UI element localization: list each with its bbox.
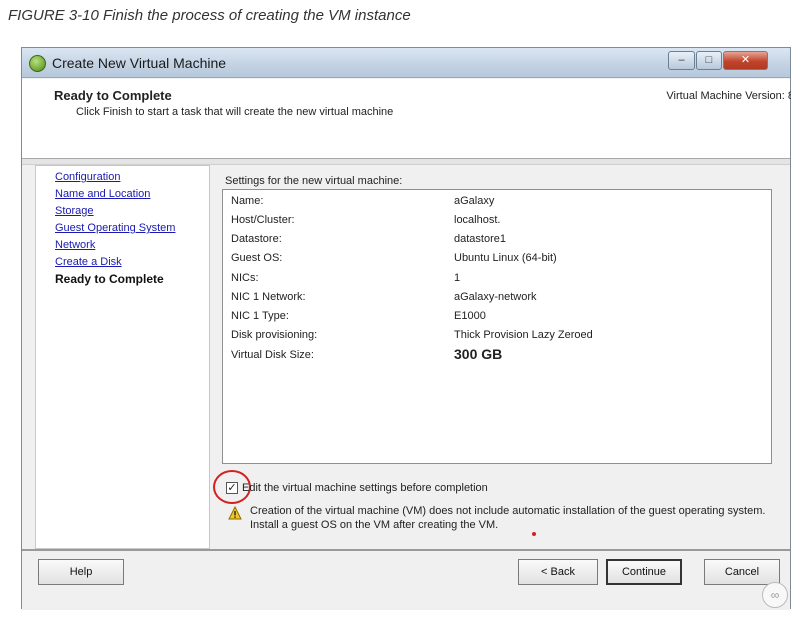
- nav-item-network[interactable]: Network: [55, 239, 95, 251]
- help-button[interactable]: Help: [38, 559, 124, 585]
- resize-grip-icon[interactable]: ∞: [762, 582, 788, 608]
- annotation-dot: [532, 532, 536, 536]
- wizard-window: Create New Virtual Machine – □ ✕ Ready t…: [21, 47, 791, 610]
- guest-os-warning-text: Creation of the virtual machine (VM) doe…: [250, 505, 766, 531]
- settings-row-value: datastore1: [454, 233, 506, 245]
- settings-row-value: aGalaxy-network: [454, 291, 537, 303]
- page-title: Ready to Complete: [54, 88, 172, 103]
- continue-button[interactable]: Continue: [606, 559, 682, 585]
- settings-row-label: Datastore:: [231, 233, 282, 245]
- settings-row-label: Host/Cluster:: [231, 214, 295, 226]
- window-title: Create New Virtual Machine: [52, 55, 227, 71]
- nav-item-storage[interactable]: Storage: [55, 205, 94, 217]
- close-button[interactable]: ✕: [723, 51, 768, 70]
- wizard-header: Ready to Complete Click Finish to start …: [22, 79, 791, 159]
- vm-version-label: Virtual Machine Version: 8: [666, 90, 791, 102]
- settings-row-value: aGalaxy: [454, 195, 495, 207]
- cancel-button[interactable]: Cancel: [704, 559, 780, 585]
- settings-row-value: localhost.: [454, 214, 501, 226]
- nav-item-configuration[interactable]: Configuration: [55, 171, 120, 183]
- edit-settings-checkbox-label[interactable]: Edit the virtual machine settings before…: [242, 482, 488, 494]
- vsphere-app-icon: [29, 55, 46, 72]
- settings-row-label: Virtual Disk Size:: [231, 349, 314, 361]
- nav-item-name-and-location[interactable]: Name and Location: [55, 188, 150, 200]
- nav-item-guest-os[interactable]: Guest Operating System: [55, 222, 175, 234]
- settings-row-label: Disk provisioning:: [231, 329, 318, 341]
- settings-row-value: 1: [454, 272, 461, 284]
- settings-row-label: NICs:: [231, 272, 259, 284]
- settings-row-label: Name:: [231, 195, 264, 207]
- nav-item-ready-to-complete: Ready to Complete: [55, 272, 164, 286]
- settings-summary-panel: Name: aGalaxy Host/Cluster: localhost. D…: [222, 189, 772, 464]
- page-margin: [0, 47, 21, 609]
- title-bar[interactable]: Create New Virtual Machine – □ ✕: [22, 48, 790, 78]
- settings-row-label: NIC 1 Network:: [231, 291, 306, 303]
- settings-heading: Settings for the new virtual machine:: [225, 175, 403, 187]
- wizard-footer: Help < Back Continue Cancel ∞: [22, 549, 790, 610]
- settings-row-label: NIC 1 Type:: [231, 310, 289, 322]
- page-subtitle: Click Finish to start a task that will c…: [76, 106, 394, 118]
- settings-row-value: E1000: [454, 310, 486, 322]
- settings-row-value: Ubuntu Linux (64-bit): [454, 252, 557, 264]
- warning-icon: [228, 506, 242, 520]
- nav-item-create-disk[interactable]: Create a Disk: [55, 256, 122, 268]
- minimize-button[interactable]: –: [668, 51, 695, 70]
- back-button[interactable]: < Back: [518, 559, 598, 585]
- figure-caption: FIGURE 3-10 Finish the process of creati…: [8, 7, 411, 24]
- maximize-button[interactable]: □: [696, 51, 722, 70]
- settings-row-label: Guest OS:: [231, 252, 283, 264]
- settings-row-value: 300 GB: [454, 346, 503, 362]
- settings-row-value: Thick Provision Lazy Zeroed: [454, 329, 593, 341]
- wizard-steps-nav: Configuration Name and Location Storage …: [35, 165, 210, 549]
